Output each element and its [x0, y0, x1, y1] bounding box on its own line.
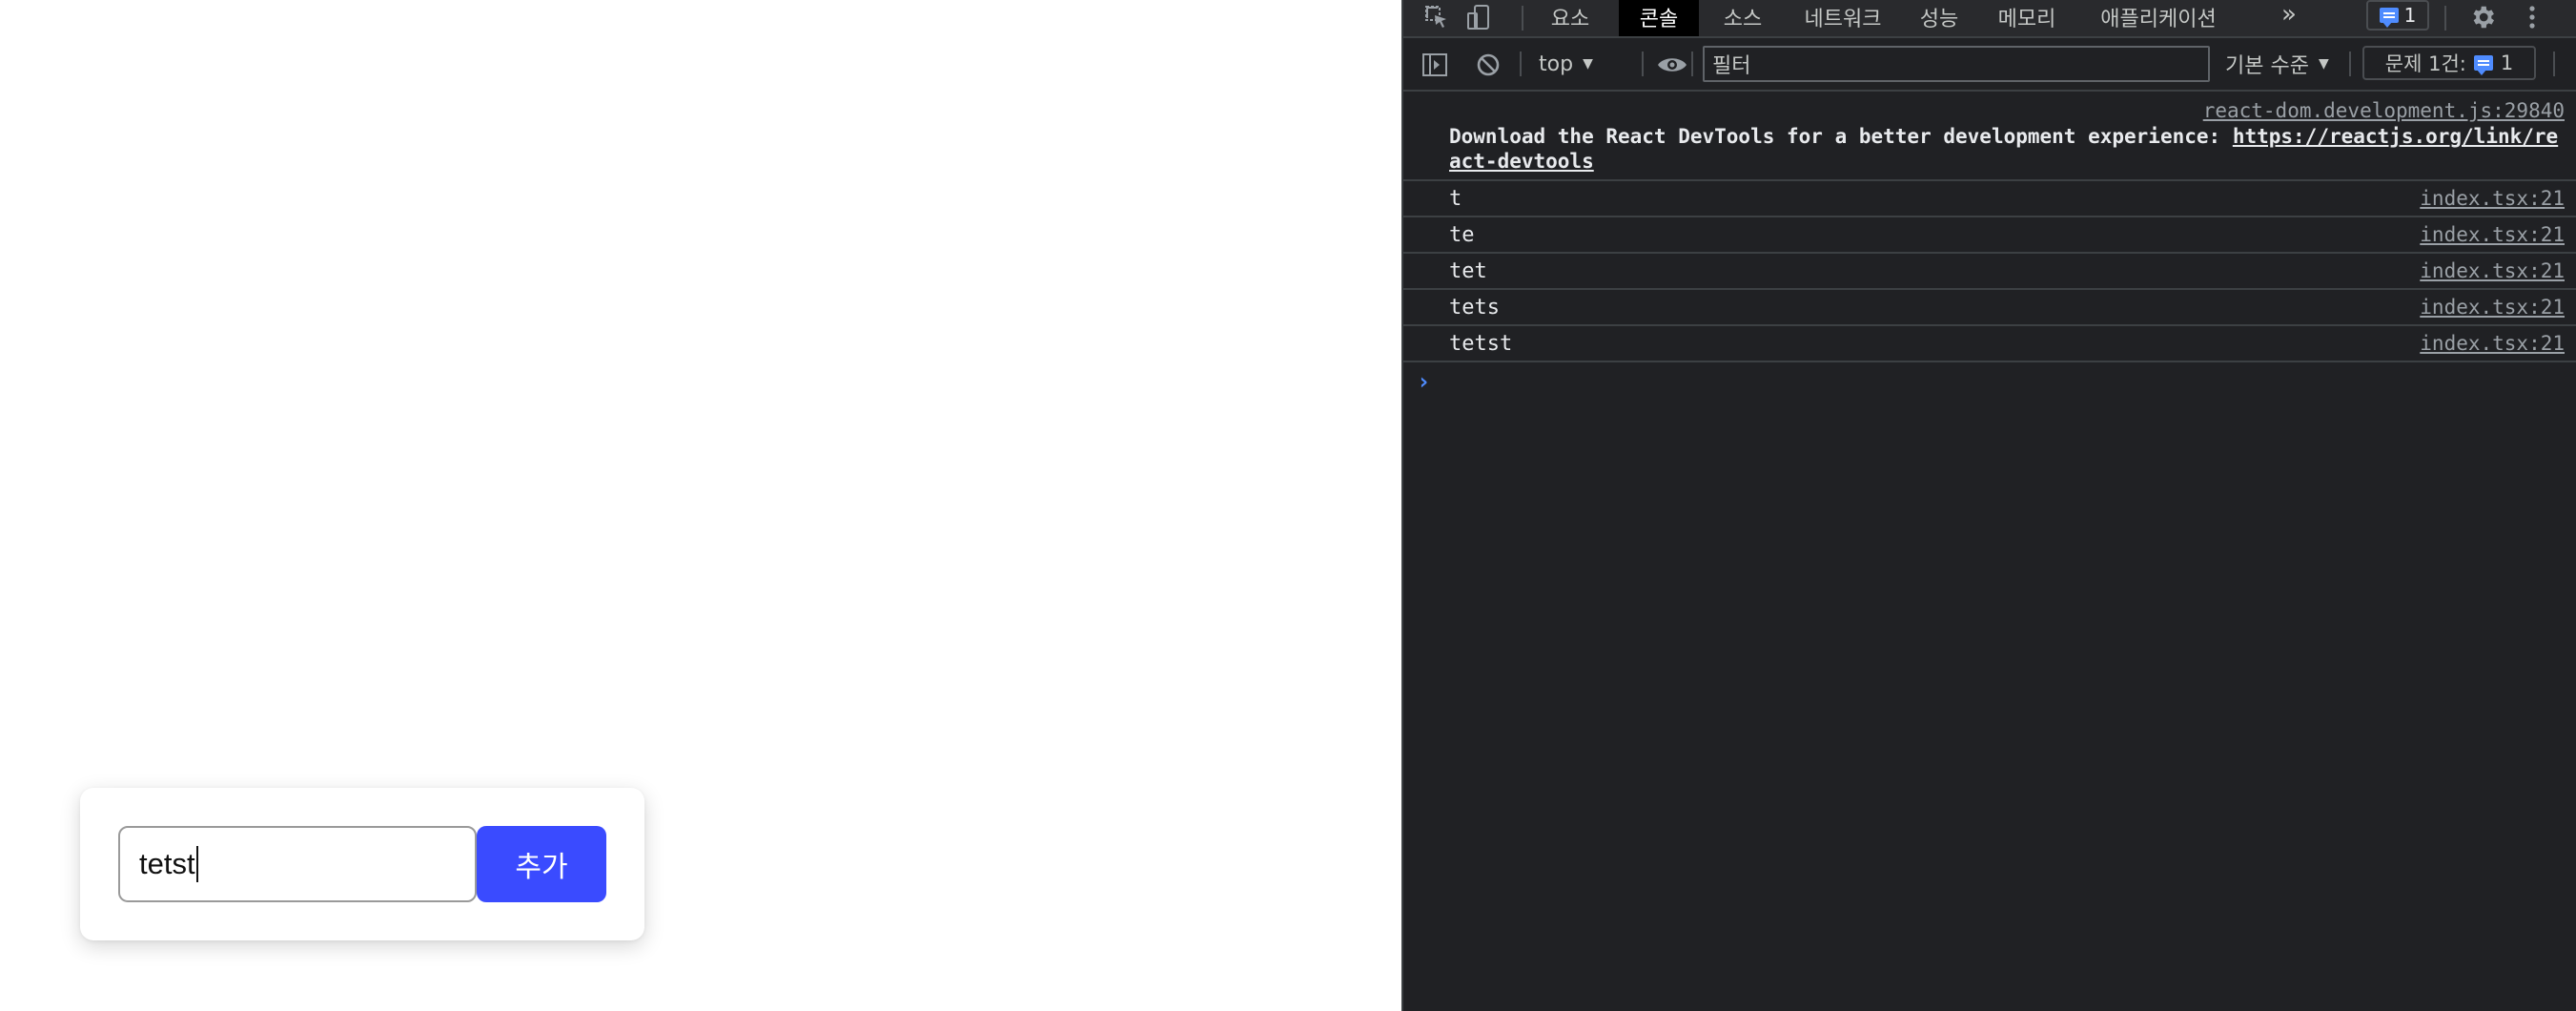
- live-expression-eye-icon[interactable]: [1653, 48, 1691, 82]
- tab-performance[interactable]: 성능: [1911, 0, 1968, 36]
- toolbar-separator: [1520, 52, 1522, 76]
- message-icon: [2473, 55, 2493, 75]
- inspect-element-icon[interactable]: [1421, 0, 1453, 34]
- todo-card: tetst 추가: [80, 788, 644, 940]
- console-log-row: tet index.tsx:21: [1403, 254, 2576, 290]
- toolbar-separator: [1691, 52, 1693, 76]
- source-link[interactable]: index.tsx:21: [2420, 259, 2565, 282]
- tab-console[interactable]: 콘솔: [1619, 0, 1699, 36]
- issue-count: 1: [2403, 4, 2417, 27]
- react-message-text: Download the React DevTools for a better…: [1449, 125, 2233, 148]
- text-caret: [195, 846, 198, 882]
- todo-input-value: tetst: [139, 847, 195, 880]
- tab-sources[interactable]: 소스: [1714, 0, 1771, 36]
- message-icon: [2379, 8, 2399, 28]
- console-sidebar-icon[interactable]: [1419, 48, 1451, 82]
- more-tabs-icon[interactable]: »: [2275, 0, 2303, 36]
- console-output: react-dom.development.js:29840 Download …: [1403, 92, 2576, 401]
- prompt-chevron-icon: ›: [1417, 368, 1431, 395]
- more-options-icon[interactable]: [2521, 0, 2544, 34]
- console-log-row: tetst index.tsx:21: [1403, 326, 2576, 362]
- toolbar-separator: [2444, 6, 2446, 31]
- toolbar-separator: [1642, 52, 1644, 76]
- add-button[interactable]: 추가: [477, 826, 606, 902]
- chevron-down-icon: ▼: [2318, 56, 2329, 72]
- tab-application[interactable]: 애플리케이션: [2088, 0, 2229, 36]
- source-link[interactable]: index.tsx:21: [2420, 296, 2565, 319]
- tab-network[interactable]: 네트워크: [1794, 0, 1891, 36]
- settings-gear-icon[interactable]: [2465, 0, 2500, 34]
- console-log-row: tets index.tsx:21: [1403, 290, 2576, 326]
- console-prompt[interactable]: ›: [1403, 362, 2576, 401]
- devtools-panel: 요소 콘솔 소스 네트워크 성능 메모리 애플리케이션 » 1 top ▼ 필터…: [1401, 0, 2576, 1011]
- tab-elements[interactable]: 요소: [1543, 0, 1598, 36]
- log-text: tetst: [1449, 331, 1513, 356]
- log-text: tet: [1449, 258, 1487, 283]
- context-select-value: top: [1539, 52, 1574, 76]
- log-level-select[interactable]: 기본 수준 ▼: [2225, 46, 2329, 82]
- tab-memory[interactable]: 메모리: [1989, 0, 2065, 36]
- source-link[interactable]: index.tsx:21: [2420, 223, 2565, 246]
- todo-input[interactable]: tetst: [118, 826, 477, 902]
- toolbar-separator: [2349, 52, 2351, 76]
- react-devtools-message: Download the React DevTools for a better…: [1449, 124, 2559, 174]
- toolbar-separator: [1522, 6, 1523, 31]
- log-level-value: 기본 수준: [2225, 54, 2309, 78]
- log-text: te: [1449, 222, 1475, 247]
- source-link[interactable]: index.tsx:21: [2420, 332, 2565, 355]
- context-select[interactable]: top ▼: [1539, 48, 1593, 80]
- devtools-tabbar: 요소 콘솔 소스 네트워크 성능 메모리 애플리케이션 » 1: [1403, 0, 2576, 38]
- console-log-row: te index.tsx:21: [1403, 217, 2576, 254]
- source-link[interactable]: index.tsx:21: [2420, 187, 2565, 210]
- log-text: tets: [1449, 295, 1500, 320]
- console-toolbar: top ▼ 필터 기본 수준 ▼ 문제 1건: 1: [1403, 38, 2576, 92]
- filter-input[interactable]: 필터: [1703, 46, 2210, 82]
- log-text: t: [1449, 186, 1462, 211]
- device-toolbar-icon[interactable]: [1462, 0, 1495, 34]
- issues-button[interactable]: 문제 1건: 1: [2362, 46, 2536, 80]
- clear-console-icon[interactable]: [1472, 48, 1504, 82]
- toolbar-separator: [2553, 52, 2555, 76]
- source-link[interactable]: react-dom.development.js:29840: [2203, 99, 2565, 122]
- chevron-down-icon: ▼: [1583, 56, 1593, 72]
- issues-counter-button[interactable]: 1: [2366, 0, 2429, 31]
- console-message: react-dom.development.js:29840 Download …: [1403, 92, 2576, 181]
- issues-label: 문제 1건:: [2384, 52, 2466, 75]
- issues-count: 1: [2500, 52, 2514, 74]
- filter-placeholder: 필터: [1712, 54, 1751, 78]
- console-log-row: t index.tsx:21: [1403, 181, 2576, 217]
- app-page: tetst 추가: [0, 0, 1401, 1011]
